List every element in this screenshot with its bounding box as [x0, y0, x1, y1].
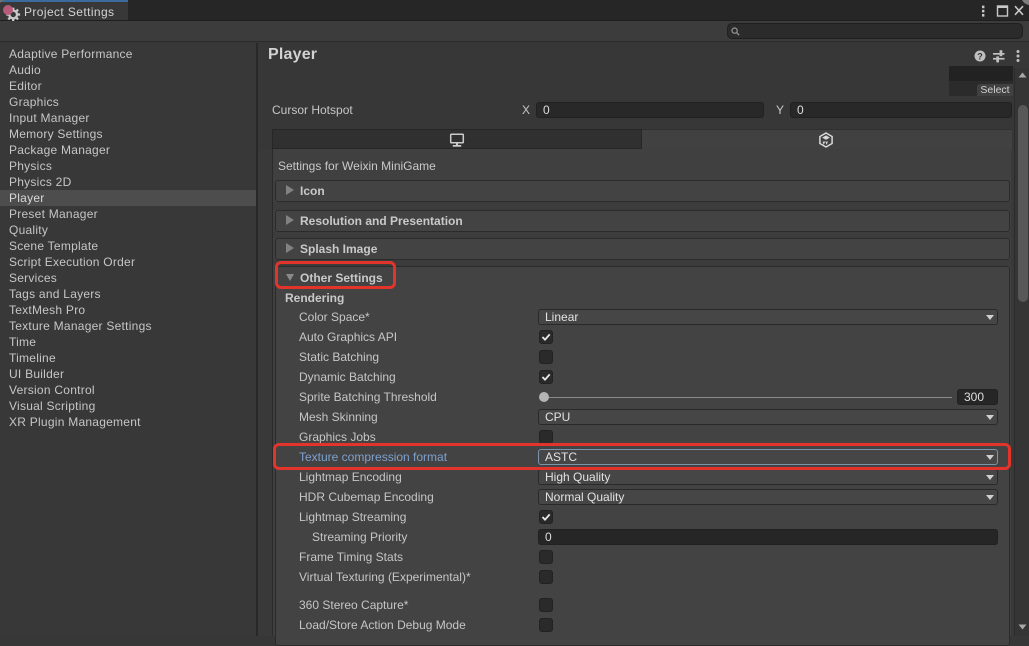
svg-text:?: ? [977, 52, 983, 62]
